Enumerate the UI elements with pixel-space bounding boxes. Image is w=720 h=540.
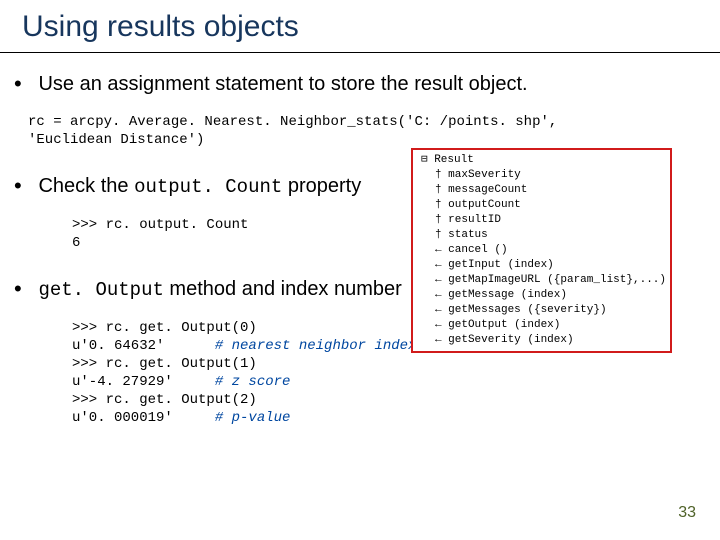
code-comment: # p-value [215,410,291,426]
code-line: rc = arcpy. Average. Nearest. Neighbor_s… [28,114,557,130]
text-fragment: method and index number [164,278,402,300]
result-property: † messageCount [417,183,666,198]
slide-title: Using results objects [0,10,720,53]
result-property-label: status [448,229,488,241]
slide: Using results objects Use an assignment … [0,0,720,540]
code-line: 'Euclidean Distance') [28,132,204,148]
bullet-item-assignment: Use an assignment statement to store the… [14,71,706,97]
result-property-label: outputCount [448,199,521,211]
code-comment: # z score [215,374,291,390]
code-inline: output. Count [134,176,282,198]
result-property: † outputCount [417,198,666,213]
code-line: >>> rc. get. Output(1) [72,356,257,372]
result-method: ← getInput (index) [417,258,666,273]
bullet-text: Check the output. Count property [38,173,361,200]
result-method: ← getOutput (index) [417,318,666,333]
page-number: 33 [678,504,696,522]
result-property: † status [417,228,666,243]
text-fragment: Check the [38,175,134,197]
result-method-label: getMapImageURL ({param_list},...) [448,274,666,286]
result-method-label: getInput (index) [448,259,554,271]
result-method-label: getSeverity (index) [448,334,573,346]
result-header: ⊟ Result [417,153,666,168]
result-method-label: getMessages ({severity}) [448,304,606,316]
result-property-label: resultID [448,214,501,226]
result-method: ← getMessage (index) [417,288,666,303]
result-object-panel: ⊟ Result † maxSeverity † messageCount † … [411,148,672,353]
result-property-label: maxSeverity [448,169,521,181]
code-line: u'0. 64632' [72,338,215,354]
code-line: u'0. 000019' [72,410,215,426]
result-property: † resultID [417,213,666,228]
code-line: >>> rc. get. Output(2) [72,392,257,408]
result-property: † maxSeverity [417,168,666,183]
result-property-label: messageCount [448,184,527,196]
code-line: >>> rc. get. Output(0) [72,320,257,336]
result-method-label: getOutput (index) [448,319,560,331]
code-comment: # nearest neighbor index [215,338,417,354]
code-line: 6 [72,235,80,251]
result-method: ← getMessages ({severity}) [417,303,666,318]
code-inline: get. Output [38,279,163,301]
result-method-label: cancel () [448,244,507,256]
result-header-label: Result [434,154,474,166]
result-method-label: getMessage (index) [448,289,567,301]
text-fragment: property [282,175,361,197]
result-method: ← cancel () [417,243,666,258]
bullet-text: Use an assignment statement to store the… [38,71,527,97]
result-method: ← getMapImageURL ({param_list},...) [417,273,666,288]
result-method: ← getSeverity (index) [417,333,666,348]
code-line: u'-4. 27929' [72,374,215,390]
bullet-text: get. Output method and index number [38,276,401,303]
code-line: >>> rc. output. Count [72,217,248,233]
